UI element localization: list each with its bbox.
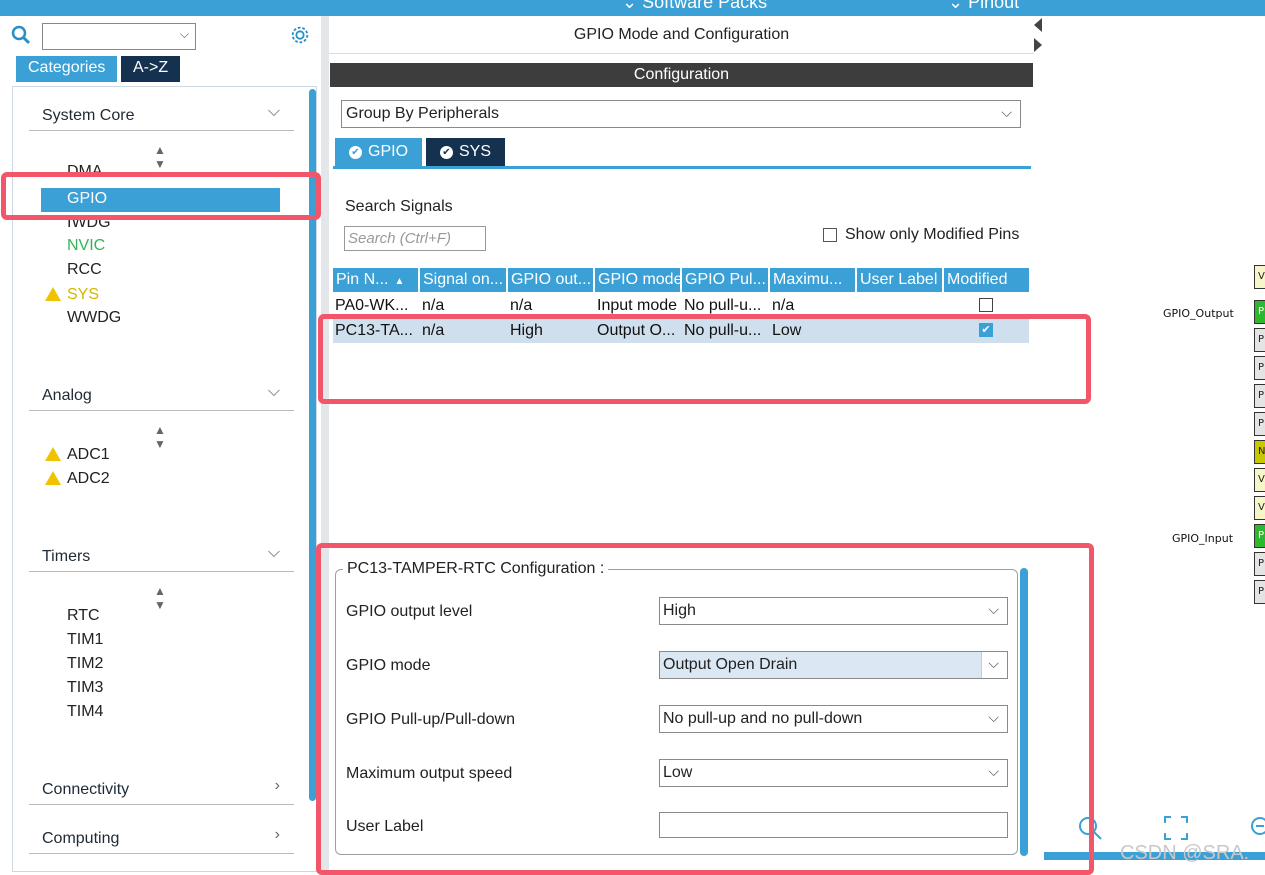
watermark: CSDN @SRA. [1120,842,1250,864]
list-item-adc2[interactable]: ADC2 [45,469,110,488]
tab-sys-label: SYS [459,143,492,160]
zoom-out-icon[interactable] [1248,814,1265,842]
search-icon[interactable] [10,24,34,48]
chip-pin[interactable]: P [1254,552,1265,576]
section-system-core[interactable]: System Core ⌵ [29,87,294,131]
collapse-left-icon [1034,18,1042,32]
section-title: System Core [42,107,135,124]
sort-icon[interactable]: ▲ ▼ [154,423,166,451]
category-search-combobox[interactable]: ⌵ [42,23,196,50]
list-item-adc1-label: ADC1 [67,446,110,463]
column-header-pull[interactable]: GPIO Pul... [682,268,770,292]
chip-pin[interactable]: V [1254,468,1265,492]
warning-icon [45,287,61,301]
list-item-nvic[interactable]: NVIC [67,237,105,255]
chevron-down-icon: ⌵ [1001,104,1012,120]
section-connectivity[interactable]: Connectivity › [29,761,294,805]
column-header-modified[interactable]: Modified [944,268,1029,292]
list-item-rtc[interactable]: RTC [67,607,100,625]
panel-title: GPIO Mode and Configuration [329,16,1034,54]
chip-pin[interactable]: V [1254,265,1265,289]
list-item-rcc[interactable]: RCC [67,261,102,279]
column-header-user-label[interactable]: User Label [857,268,944,292]
show-modified-checkbox[interactable] [823,228,837,242]
section-title: Analog [42,387,92,404]
list-item-adc1[interactable]: ADC1 [45,445,110,464]
column-header-output-level[interactable]: GPIO out... [508,268,595,292]
column-header-max-speed[interactable]: Maximu... [770,268,857,292]
tab-pinout-label: Pinout [968,0,1020,12]
tab-pinout[interactable]: ⌄ Pinout [948,0,1019,13]
sort-asc-icon: ▲ [394,276,405,287]
tab-sys[interactable]: ✔ SYS [426,138,506,166]
highlight-box-gpio [1,172,321,220]
section-title: Computing [42,830,120,847]
check-circle-icon: ✔ [349,146,362,159]
chip-pin[interactable]: P [1254,580,1265,604]
categories-panel: ⌵ Categories A->Z System Core ⌵ ▲ ▼ DMA G… [0,16,320,875]
chip-pin-configured[interactable]: P [1254,524,1265,548]
tab-gpio[interactable]: ✔ GPIO [335,138,423,166]
section-title: Connectivity [42,781,130,798]
column-header-signal[interactable]: Signal on... [420,268,508,292]
fit-screen-icon[interactable] [1162,814,1190,842]
section-title: Timers [42,548,91,565]
list-item-sys-label: SYS [67,286,100,303]
group-by-value: Group By Peripherals [346,105,499,122]
highlight-box-pin-row [318,314,1091,404]
list-item-sys[interactable]: SYS [45,285,99,304]
list-item-tim1[interactable]: TIM1 [67,631,103,649]
check-circle-icon: ✔ [440,146,453,159]
sort-icon[interactable]: ▲ ▼ [154,143,166,171]
pin-label-gpio-output: GPIO_Output [1163,307,1234,320]
show-modified-label: Show only Modified Pins [845,226,1020,243]
section-analog[interactable]: Analog ⌵ [29,367,294,411]
section-timers[interactable]: Timers ⌵ [29,528,294,572]
collapse-toggle[interactable] [1034,16,1044,56]
chip-pin[interactable]: N [1254,440,1265,464]
expand-right-icon [1034,38,1042,52]
tab-categories[interactable]: Categories [16,56,118,82]
header-label: Pin N... [336,271,389,288]
chip-pin[interactable]: P [1254,412,1265,436]
configuration-header: Configuration [330,63,1033,87]
list-item-wwdg[interactable]: WWDG [67,309,121,327]
list-item-tim3[interactable]: TIM3 [67,679,103,697]
list-item-adc2-label: ADC2 [67,470,110,487]
chevron-right-icon: › [274,826,280,843]
tab-gpio-label: GPIO [368,143,409,160]
tab-a-to-z[interactable]: A->Z [121,56,181,82]
column-header-pin-name[interactable]: Pin N... ▲ [333,268,420,292]
highlight-box-pin-configuration [316,543,1094,875]
chevron-down-icon: ⌵ [179,27,189,41]
section-computing[interactable]: Computing › [29,810,294,854]
list-item-tim4[interactable]: TIM4 [67,703,103,721]
chip-pin[interactable]: P [1254,384,1265,408]
warning-icon [45,447,61,461]
top-toolbar: ⌄ Software Packs ⌄ Pinout [0,0,1265,16]
chip-pin[interactable]: P [1254,356,1265,380]
modified-checkbox[interactable] [979,298,993,312]
tab-software-packs[interactable]: ⌄ Software Packs [622,0,767,13]
chip-pin-configured[interactable]: P [1254,300,1265,324]
group-by-select[interactable]: Group By Peripherals ⌵ [341,100,1021,128]
chip-pin[interactable]: V [1254,496,1265,520]
chevron-down-icon: ⌵ [267,383,280,400]
search-signals-label: Search Signals [345,198,453,215]
tab-underline [333,166,1031,169]
sort-icon[interactable]: ▲ ▼ [154,584,166,612]
signal-search-input[interactable]: Search (Ctrl+F) [344,226,486,251]
pin-label-gpio-input: GPIO_Input [1172,532,1234,545]
chevron-right-icon: › [274,777,280,794]
list-item-tim2[interactable]: TIM2 [67,655,103,673]
gear-icon[interactable] [289,24,311,46]
chip-pin[interactable]: P [1254,328,1265,352]
chevron-down-icon: ⌵ [267,544,280,561]
tab-software-packs-label: Software Packs [642,0,768,12]
chevron-down-icon: ⌵ [267,103,280,120]
warning-icon [45,471,61,485]
column-header-gpio-mode[interactable]: GPIO mode [595,268,682,292]
